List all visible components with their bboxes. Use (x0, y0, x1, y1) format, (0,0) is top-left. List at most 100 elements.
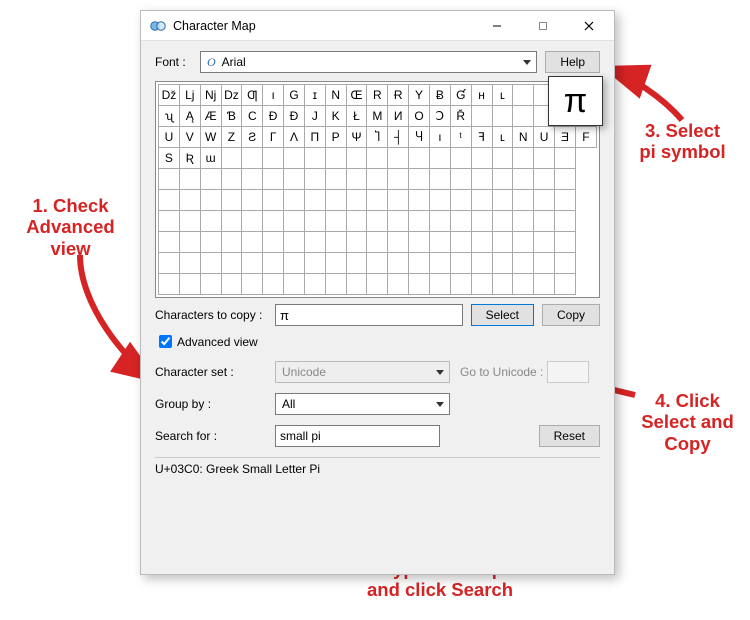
char-cell[interactable] (492, 169, 513, 190)
charset-dropdown[interactable]: Unicode (275, 361, 450, 383)
char-cell[interactable] (492, 253, 513, 274)
char-cell[interactable] (304, 232, 325, 253)
char-cell[interactable] (388, 253, 409, 274)
char-cell[interactable]: U (534, 127, 555, 148)
goto-unicode-input[interactable] (547, 361, 589, 383)
char-cell[interactable] (409, 253, 430, 274)
character-grid[interactable]: DžLjNjDzƢıGɪNŒRɌYɃƓнʟŦʯĄÆƁCƉÐJKŁMИOↃŘUVW… (158, 84, 597, 295)
char-cell[interactable] (534, 169, 555, 190)
char-cell[interactable] (325, 148, 346, 169)
char-cell[interactable] (492, 274, 513, 295)
char-cell[interactable] (555, 211, 576, 232)
char-cell[interactable] (513, 274, 534, 295)
advanced-view-label[interactable]: Advanced view (177, 335, 258, 349)
char-cell[interactable] (555, 169, 576, 190)
char-cell[interactable] (555, 253, 576, 274)
char-cell[interactable] (367, 274, 388, 295)
char-cell[interactable] (471, 274, 492, 295)
char-cell[interactable] (304, 274, 325, 295)
char-cell[interactable] (179, 253, 200, 274)
char-cell[interactable]: O (409, 106, 430, 127)
char-cell[interactable] (513, 232, 534, 253)
char-cell[interactable] (555, 274, 576, 295)
char-cell[interactable]: W (200, 127, 221, 148)
char-cell[interactable] (263, 211, 284, 232)
char-cell[interactable]: ı (429, 127, 450, 148)
char-cell[interactable]: Ą (179, 106, 200, 127)
char-cell[interactable] (367, 190, 388, 211)
char-cell[interactable] (513, 211, 534, 232)
char-cell[interactable] (221, 274, 242, 295)
char-cell[interactable] (492, 148, 513, 169)
char-cell[interactable]: ı (263, 85, 284, 106)
char-cell[interactable]: M (367, 106, 388, 127)
char-cell[interactable] (534, 253, 555, 274)
char-cell[interactable] (450, 211, 471, 232)
char-cell[interactable] (242, 148, 263, 169)
reset-button[interactable]: Reset (539, 425, 600, 447)
char-cell[interactable] (200, 232, 221, 253)
char-cell[interactable] (388, 148, 409, 169)
char-cell[interactable] (492, 106, 513, 127)
char-cell[interactable]: Lj (179, 85, 200, 106)
char-cell[interactable] (513, 148, 534, 169)
char-cell[interactable] (200, 253, 221, 274)
char-cell[interactable] (284, 232, 305, 253)
char-cell[interactable] (159, 253, 180, 274)
advanced-view-checkbox[interactable] (159, 335, 172, 348)
select-button[interactable]: Select (471, 304, 534, 326)
char-cell[interactable]: K (325, 106, 346, 127)
help-button[interactable]: Help (545, 51, 600, 73)
char-cell[interactable] (242, 190, 263, 211)
char-cell[interactable]: Ð (284, 106, 305, 127)
char-cell[interactable]: Ƀ (429, 85, 450, 106)
char-cell[interactable] (429, 190, 450, 211)
char-cell[interactable] (346, 148, 367, 169)
char-cell[interactable] (159, 274, 180, 295)
char-cell[interactable]: Ɓ (221, 106, 242, 127)
char-cell[interactable]: Ƣ (242, 85, 263, 106)
char-cell[interactable] (242, 232, 263, 253)
char-cell[interactable] (429, 169, 450, 190)
char-cell[interactable]: G (284, 85, 305, 106)
char-cell[interactable] (179, 190, 200, 211)
char-cell[interactable] (200, 169, 221, 190)
char-cell[interactable] (492, 211, 513, 232)
char-cell[interactable] (159, 211, 180, 232)
char-cell[interactable] (513, 190, 534, 211)
char-cell[interactable]: Z (221, 127, 242, 148)
char-cell[interactable]: Ł (346, 106, 367, 127)
char-cell[interactable] (200, 190, 221, 211)
char-cell[interactable] (263, 232, 284, 253)
char-cell[interactable] (409, 169, 430, 190)
titlebar[interactable]: Character Map (141, 11, 614, 41)
char-cell[interactable] (221, 211, 242, 232)
character-popup[interactable]: π (548, 76, 603, 126)
char-cell[interactable] (325, 190, 346, 211)
char-cell[interactable] (471, 211, 492, 232)
char-cell[interactable]: Ⴈ (367, 127, 388, 148)
char-cell[interactable] (263, 274, 284, 295)
maximize-button[interactable] (520, 11, 566, 41)
char-cell[interactable]: Y (409, 85, 430, 106)
char-cell[interactable]: И (388, 106, 409, 127)
groupby-dropdown[interactable]: All (275, 393, 450, 415)
char-cell[interactable] (242, 274, 263, 295)
char-cell[interactable] (179, 232, 200, 253)
char-cell[interactable]: Ʌ (284, 127, 305, 148)
char-cell[interactable]: F (575, 127, 596, 148)
char-cell[interactable] (346, 274, 367, 295)
char-cell[interactable] (534, 274, 555, 295)
char-cell[interactable] (200, 274, 221, 295)
char-cell[interactable] (450, 190, 471, 211)
char-cell[interactable]: ɪ (304, 85, 325, 106)
char-cell[interactable] (284, 253, 305, 274)
char-cell[interactable] (221, 190, 242, 211)
char-cell[interactable] (263, 169, 284, 190)
char-cell[interactable] (284, 169, 305, 190)
char-cell[interactable] (450, 232, 471, 253)
char-cell[interactable] (429, 274, 450, 295)
char-cell[interactable] (409, 211, 430, 232)
char-cell[interactable]: V (179, 127, 200, 148)
char-cell[interactable]: Nj (200, 85, 221, 106)
